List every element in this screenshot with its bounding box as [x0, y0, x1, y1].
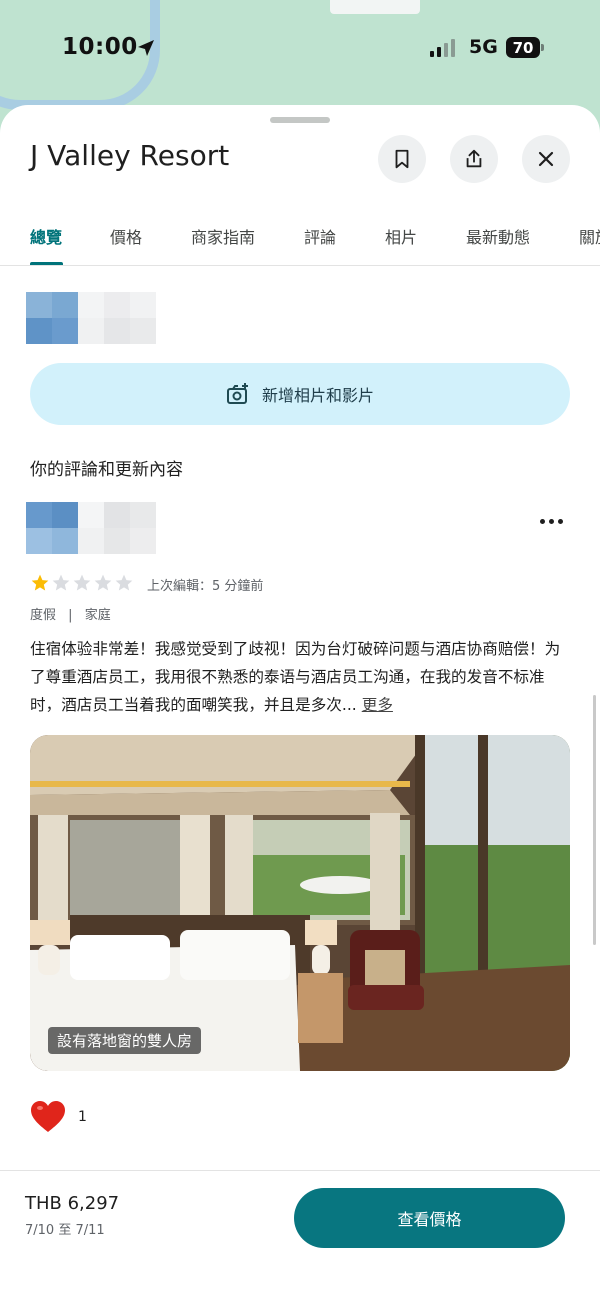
status-bar: 10:00 5G 70 — [0, 0, 600, 100]
star-empty-icon — [52, 574, 70, 591]
place-sheet: J Valley Resort 總覽 價格 商家指南 評論 相片 最新動態 關於… — [0, 105, 600, 1307]
save-button[interactable] — [378, 135, 426, 183]
share-icon — [466, 149, 482, 168]
active-tab-indicator — [30, 262, 63, 265]
battery-icon: 70 — [506, 37, 540, 58]
share-button[interactable] — [450, 135, 498, 183]
add-photos-label: 新增相片和影片 — [261, 386, 374, 405]
tab-overview[interactable]: 總覽 — [30, 224, 62, 248]
review-text: 住宿体验非常差！我感觉受到了歧视！因为台灯破碎问题与酒店协商赔偿！为了尊重酒店员… — [30, 635, 570, 719]
star-empty-icon — [94, 574, 112, 591]
close-button[interactable] — [522, 135, 570, 183]
add-photo-icon — [226, 383, 248, 404]
heart-icon[interactable] — [30, 1100, 66, 1134]
close-icon — [538, 151, 554, 167]
star-filled-icon — [31, 574, 49, 591]
battery-cap — [541, 44, 544, 51]
reviewer-avatar-blurred[interactable] — [26, 502, 182, 554]
review-tags: 度假 | 家庭 — [30, 604, 111, 623]
place-title: J Valley Resort — [30, 139, 230, 172]
room-photo-image — [30, 735, 570, 1071]
like-row: 1 — [30, 1100, 87, 1134]
network-type: 5G — [469, 36, 498, 58]
status-time: 10:00 — [62, 34, 138, 60]
more-options-icon[interactable] — [540, 519, 563, 524]
tab-business-guide[interactable]: 商家指南 — [191, 224, 255, 248]
edited-timestamp: 上次編輯：5 分鐘前 — [147, 579, 264, 594]
price-footer: THB 6,297 7/10 至 7/11 查看價格 — [0, 1170, 600, 1307]
drag-handle[interactable] — [270, 117, 330, 123]
tab-photos[interactable]: 相片 — [385, 224, 417, 248]
add-photos-videos-button[interactable]: 新增相片和影片 — [30, 363, 570, 425]
tag-vacation: 度假 — [30, 608, 57, 623]
tab-prices[interactable]: 價格 — [110, 224, 142, 248]
tag-separator: | — [68, 608, 73, 623]
blurred-profile — [26, 292, 182, 344]
stay-dates[interactable]: 7/10 至 7/11 — [25, 1219, 105, 1238]
read-more-link[interactable]: 更多 — [362, 696, 393, 714]
review-body: 住宿体验非常差！我感觉受到了歧视！因为台灯破碎问题与酒店协商赔偿！为了尊重酒店员… — [30, 640, 561, 714]
location-arrow-icon — [136, 38, 156, 62]
bookmark-icon — [395, 149, 409, 169]
review-photo[interactable]: 設有落地窗的雙人房 — [30, 735, 570, 1071]
tab-updates[interactable]: 最新動態 — [466, 224, 530, 248]
view-prices-button[interactable]: 查看價格 — [294, 1188, 565, 1248]
star-empty-icon — [73, 574, 91, 591]
tab-about[interactable]: 關於 — [579, 224, 600, 248]
like-count: 1 — [78, 1109, 87, 1125]
star-empty-icon — [115, 574, 133, 591]
tab-bar: 總覽 價格 商家指南 評論 相片 最新動態 關於 — [0, 210, 600, 266]
star-rating — [30, 573, 134, 593]
your-reviews-heading: 你的評論和更新內容 — [30, 460, 183, 480]
scrollbar[interactable] — [593, 695, 596, 945]
tag-family: 家庭 — [84, 608, 111, 623]
cellular-signal-icon — [430, 39, 455, 57]
photo-caption: 設有落地窗的雙人房 — [48, 1027, 202, 1054]
tab-reviews[interactable]: 評論 — [304, 224, 336, 248]
price-value: THB 6,297 — [25, 1193, 120, 1214]
